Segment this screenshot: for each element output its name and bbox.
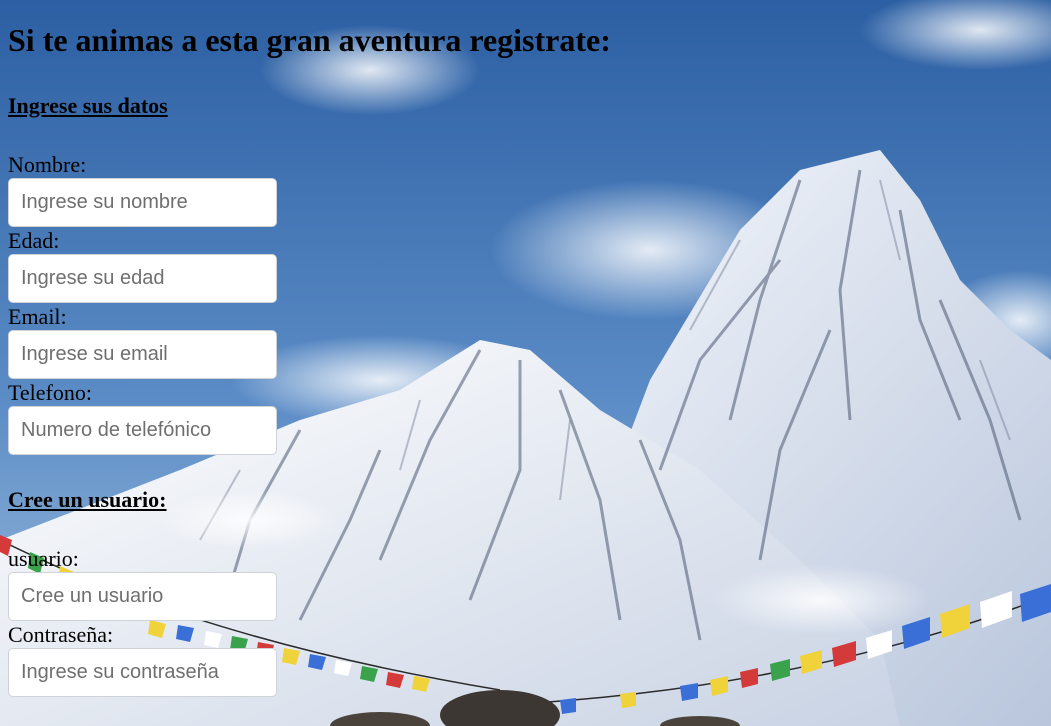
page-title: Si te animas a esta gran aventura regist… (8, 22, 611, 58)
create-user-heading: Cree un usuario: (8, 487, 167, 512)
phone-input[interactable] (8, 406, 277, 455)
username-input[interactable] (8, 572, 277, 621)
password-input[interactable] (8, 648, 277, 697)
password-label: Contraseña: (8, 622, 114, 647)
email-input[interactable] (8, 330, 277, 379)
phone-label: Telefono: (8, 380, 92, 405)
username-label: usuario: (8, 546, 79, 571)
age-label: Edad: (8, 228, 60, 253)
registration-form: Si te animas a esta gran aventura regist… (0, 0, 1051, 726)
name-input[interactable] (8, 178, 277, 227)
personal-data-heading: Ingrese sus datos (8, 93, 168, 118)
email-label: Email: (8, 304, 67, 329)
age-input[interactable] (8, 254, 277, 303)
name-label: Nombre: (8, 152, 87, 177)
